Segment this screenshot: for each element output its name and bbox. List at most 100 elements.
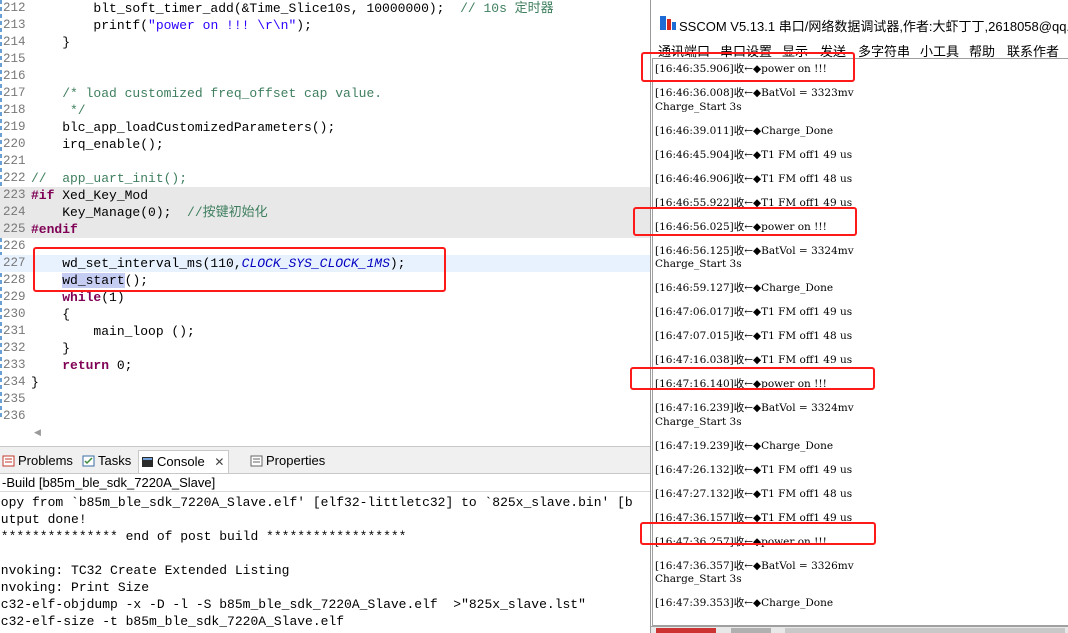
tab-label: Tasks bbox=[98, 453, 132, 468]
code-token: } bbox=[31, 341, 71, 356]
line-number: 230 bbox=[3, 307, 26, 321]
sscom-titlebar[interactable]: SSCOM V5.13.1 串口/网络数据调试器,作者:大虾丁丁,2618058… bbox=[651, 0, 1068, 40]
code-line: 235 bbox=[0, 391, 650, 408]
close-icon[interactable]: ✕ bbox=[214, 455, 224, 469]
code-line: 225 #endif bbox=[0, 221, 650, 238]
annotation-box-power-on-3 bbox=[630, 367, 875, 390]
code-token: Key_Manage(0); bbox=[31, 205, 188, 220]
log-line: [16:46:39.011]收←◆Charge_Done bbox=[655, 124, 834, 137]
code-text: } bbox=[31, 340, 70, 357]
code-line: 231 main_loop (); bbox=[0, 323, 650, 340]
log-line: [16:46:45.904]收←◆T1 FM off1 49 us bbox=[655, 148, 853, 161]
code-token: ); bbox=[296, 18, 312, 33]
annotation-box-power-on-1 bbox=[641, 52, 855, 82]
log-line: Charge_Start 3s bbox=[655, 573, 742, 585]
line-number: 217 bbox=[3, 86, 26, 100]
line-number: 235 bbox=[3, 392, 26, 406]
console-line: Invoking: TC32 Create Extended Listing bbox=[0, 563, 290, 578]
line-number: 224 bbox=[3, 205, 26, 219]
code-text: /* load customized freq_offset cap value… bbox=[31, 85, 382, 102]
annotation-box-watchdog bbox=[33, 247, 446, 292]
tab-console[interactable]: Console ✕ bbox=[138, 450, 230, 473]
line-number: 214 bbox=[3, 35, 26, 49]
tab-problems[interactable]: Problems bbox=[0, 450, 73, 473]
log-line: [16:47:19.239]收←◆Charge_Done bbox=[655, 439, 834, 452]
line-number: 231 bbox=[3, 324, 26, 338]
code-text: irq_enable(); bbox=[31, 136, 164, 153]
code-token: printf( bbox=[31, 18, 149, 33]
code-token: } bbox=[31, 35, 71, 50]
code-line: 233 return 0; bbox=[0, 357, 650, 374]
code-line: 214 } bbox=[0, 34, 650, 51]
code-token: blc_app_loadCustomizedParameters(); bbox=[31, 120, 336, 135]
tab-label: Console bbox=[157, 454, 205, 469]
code-text: #if Xed_Key_Mod bbox=[31, 187, 148, 204]
code-line: 234} bbox=[0, 374, 650, 391]
code-token: 0; bbox=[109, 358, 133, 373]
line-number: 229 bbox=[3, 290, 26, 304]
line-number: 233 bbox=[3, 358, 26, 372]
code-line: 221 bbox=[0, 153, 650, 170]
tab-properties[interactable]: Properties bbox=[248, 450, 325, 473]
line-number: 228 bbox=[3, 273, 26, 287]
tab-label: Problems bbox=[18, 453, 73, 468]
code-line: 216 bbox=[0, 68, 650, 85]
console-output: copy from `b85m_ble_sdk_7220A_Slave.elf'… bbox=[0, 494, 650, 630]
line-number: 222 bbox=[3, 171, 26, 185]
line-number: 225 bbox=[3, 222, 26, 236]
code-token: "power on !!! \r\n" bbox=[148, 18, 297, 33]
sscom-bottom-strip bbox=[651, 626, 1068, 633]
line-number: 223 bbox=[3, 188, 26, 202]
properties-icon bbox=[250, 455, 263, 467]
code-token: blt_soft_timer_add(&Time_Slice10s, 10000… bbox=[31, 1, 461, 16]
code-token: } bbox=[31, 375, 39, 390]
code-text: main_loop (); bbox=[31, 323, 194, 340]
code-token: (1) bbox=[101, 290, 125, 305]
line-number: 219 bbox=[3, 120, 26, 134]
code-line: 222 // app_uart_init(); bbox=[0, 170, 650, 187]
line-number: 215 bbox=[3, 52, 26, 66]
log-line: [16:47:26.132]收←◆T1 FM off1 49 us bbox=[655, 463, 853, 476]
code-line: 215 bbox=[0, 51, 650, 68]
console-title: -Build [b85m_ble_sdk_7220A_Slave] bbox=[0, 474, 650, 492]
status-segment bbox=[785, 628, 1065, 633]
log-line: [16:47:27.132]收←◆T1 FM off1 48 us bbox=[655, 487, 853, 500]
code-token: // 10s 定时器 bbox=[460, 1, 554, 16]
editor-horizontal-scrollbar[interactable]: ◀ bbox=[30, 427, 650, 438]
log-line: [16:47:07.015]收←◆T1 FM off1 48 us bbox=[655, 330, 853, 342]
annotation-box-power-on-2 bbox=[633, 207, 857, 236]
code-token: irq_enable(); bbox=[31, 137, 164, 152]
tasks-icon bbox=[82, 455, 95, 467]
tab-tasks[interactable]: Tasks bbox=[80, 450, 131, 473]
code-editor[interactable]: 212 blt_soft_timer_add(&Time_Slice10s, 1… bbox=[0, 0, 650, 438]
code-token: #endif bbox=[31, 222, 78, 237]
log-line: Charge_Start 3s bbox=[655, 100, 742, 113]
line-number: 227 bbox=[3, 256, 26, 270]
code-line: 213 printf("power on !!! \r\n"); bbox=[0, 17, 650, 34]
console-line: **************** end of post build *****… bbox=[0, 529, 407, 544]
code-token: Xed_Key_Mod bbox=[54, 188, 149, 203]
log-line: [16:47:16.038]收←◆T1 FM off1 49 us bbox=[655, 354, 853, 366]
log-line: [16:47:39.353]收←◆Charge_Done bbox=[655, 597, 834, 609]
view-tab-bar: Problems Tasks Console ✕ Properties bbox=[0, 446, 650, 474]
code-token: */ bbox=[31, 103, 86, 118]
line-number: 221 bbox=[3, 154, 26, 168]
code-token: //按键初始化 bbox=[187, 205, 268, 220]
annotation-box-power-on-4 bbox=[640, 522, 876, 545]
line-number: 232 bbox=[3, 341, 26, 355]
line-number: 226 bbox=[3, 239, 26, 253]
status-segment bbox=[656, 628, 716, 633]
code-line: 219 blc_app_loadCustomizedParameters(); bbox=[0, 119, 650, 136]
console-panel: Problems Tasks Console ✕ Properties -Bui… bbox=[0, 446, 650, 633]
log-line: [16:47:06.017]收←◆T1 FM off1 49 us bbox=[655, 306, 853, 318]
code-text: blc_app_loadCustomizedParameters(); bbox=[31, 119, 335, 136]
status-segment bbox=[731, 628, 771, 633]
code-line: 236 bbox=[0, 408, 650, 425]
scroll-left-arrow-icon[interactable]: ◀ bbox=[34, 427, 41, 438]
code-token: return bbox=[62, 358, 110, 373]
console-line: copy from `b85m_ble_sdk_7220A_Slave.elf'… bbox=[0, 495, 633, 510]
code-token: while bbox=[62, 290, 102, 305]
code-text: #endif bbox=[31, 221, 78, 238]
